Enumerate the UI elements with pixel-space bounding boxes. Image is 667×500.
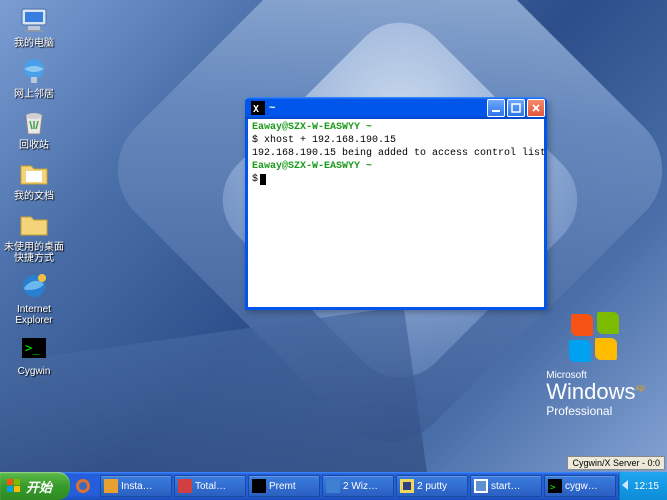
icon-label: 我的文档 xyxy=(14,191,54,202)
task-label: 2 putty xyxy=(417,481,447,492)
task-label: Insta… xyxy=(121,481,153,492)
icon-label: 回收站 xyxy=(19,140,49,151)
prompt-symbol: $ xyxy=(252,174,258,185)
task-label: Total… xyxy=(195,481,226,492)
taskbar-button-zwiz[interactable]: 2 Wiz… xyxy=(322,475,394,497)
terminal-line: 192.168.190.15 being added to access con… xyxy=(252,147,540,160)
start-label: 开始 xyxy=(26,477,52,496)
taskbar: 开始 Insta… Total… Premt 2 Wiz… 2 putty xyxy=(0,472,667,500)
desktop-icon-network-places[interactable]: 网上邻居 xyxy=(4,55,64,100)
network-icon xyxy=(18,55,50,87)
windows-branding: Microsoft Windowsxp Professional xyxy=(546,312,645,418)
window-title: ~ xyxy=(269,102,487,114)
window-titlebar[interactable]: X ~ xyxy=(245,97,547,119)
recycle-bin-icon xyxy=(18,106,50,138)
app-icon xyxy=(474,479,488,493)
task-label: 2 Wiz… xyxy=(343,481,378,492)
close-button[interactable] xyxy=(527,99,545,117)
ie-icon xyxy=(18,270,50,302)
system-tray[interactable]: 12:15 xyxy=(619,472,667,500)
desktop-icon-my-computer[interactable]: 我的电脑 xyxy=(4,4,64,49)
app-icon xyxy=(178,479,192,493)
task-label: start… xyxy=(491,481,520,492)
quicklaunch-firefox-icon[interactable] xyxy=(75,478,91,494)
task-buttons-area: Insta… Total… Premt 2 Wiz… 2 putty start… xyxy=(96,472,619,500)
app-icon xyxy=(400,479,414,493)
taskbar-button-zputty[interactable]: 2 putty xyxy=(396,475,468,497)
svg-text:>: > xyxy=(550,483,556,493)
app-icon xyxy=(252,479,266,493)
desktop-icon-recycle-bin[interactable]: 回收站 xyxy=(4,106,64,151)
taskbar-button-total[interactable]: Total… xyxy=(174,475,246,497)
icon-label: Internet Explorer xyxy=(4,304,64,326)
computer-icon xyxy=(18,4,50,36)
desktop-icon-my-documents[interactable]: 我的文档 xyxy=(4,157,64,202)
taskbar-clock[interactable]: 12:15 xyxy=(634,481,659,492)
task-label: cygw… xyxy=(565,481,598,492)
brand-edition: Professional xyxy=(546,404,645,418)
terminal-window[interactable]: X ~ Eaway@SZX-W-EASWYY ~$ xhost + 192.16… xyxy=(245,100,547,310)
task-label: Premt xyxy=(269,481,296,492)
start-logo-icon xyxy=(6,478,22,494)
taskbar-button-insta[interactable]: Insta… xyxy=(100,475,172,497)
minimize-button[interactable] xyxy=(487,99,505,117)
desktop-icon-unused-shortcuts[interactable]: 未使用的桌面快捷方式 xyxy=(4,208,64,264)
taskbar-button-cygw[interactable]: > cygw… xyxy=(544,475,616,497)
icon-label: 我的电脑 xyxy=(14,38,54,49)
icon-label: Cygwin xyxy=(18,366,51,377)
svg-text:X: X xyxy=(253,104,259,115)
maximize-button[interactable] xyxy=(507,99,525,117)
windows-logo-icon xyxy=(569,312,623,366)
icon-label: 未使用的桌面快捷方式 xyxy=(4,242,64,264)
folder-shortcut-icon xyxy=(18,208,50,240)
app-icon xyxy=(104,479,118,493)
desktop-icon-cygwin[interactable]: >_ Cygwin xyxy=(4,332,64,377)
cygwin-icon: >_ xyxy=(18,332,50,364)
taskbar-button-premt[interactable]: Premt xyxy=(248,475,320,497)
icon-label: 网上邻居 xyxy=(14,89,54,100)
tray-tooltip: Cygwin/X Server - 0:0 xyxy=(567,456,665,470)
app-icon: > xyxy=(548,479,562,493)
terminal-line: $ xhost + 192.168.190.15 xyxy=(252,134,540,147)
xterm-icon: X xyxy=(251,101,265,115)
taskbar-button-start[interactable]: start… xyxy=(470,475,542,497)
app-icon xyxy=(326,479,340,493)
terminal-cursor xyxy=(260,174,266,185)
desktop-icons-area: 我的电脑 网上邻居 回收站 我的文档 未使用的桌面快捷方式 Internet E… xyxy=(4,4,64,377)
quick-launch xyxy=(70,472,96,500)
terminal-body[interactable]: Eaway@SZX-W-EASWYY ~$ xhost + 192.168.19… xyxy=(248,119,544,307)
start-button[interactable]: 开始 xyxy=(0,472,70,500)
brand-windows: Windowsxp xyxy=(546,381,645,403)
svg-text:>_: >_ xyxy=(25,341,40,355)
folder-icon xyxy=(18,157,50,189)
desktop-icon-ie[interactable]: Internet Explorer xyxy=(4,270,64,326)
